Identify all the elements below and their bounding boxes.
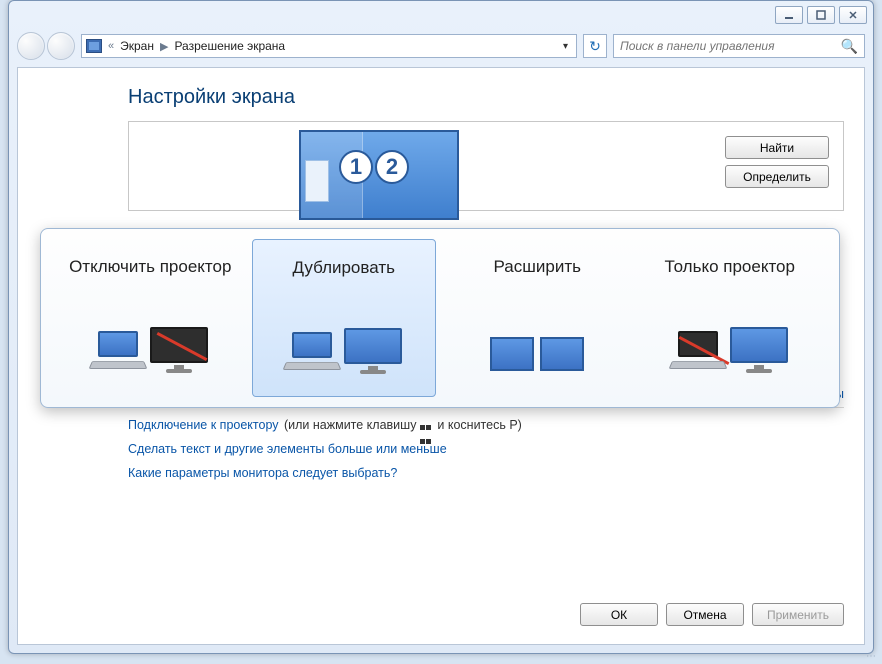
monitor-badge-1: 1 — [339, 150, 373, 184]
titlebar — [9, 1, 873, 29]
page-title: Настройки экрана — [128, 86, 844, 109]
projector-option-duplicate[interactable]: Дублировать — [252, 239, 437, 397]
help1-tail-b: и коснитесь P) — [434, 418, 522, 432]
projector-label: Дублировать — [293, 248, 395, 288]
connect-projector-link[interactable]: Подключение к проектору — [128, 418, 279, 432]
refresh-button[interactable]: ↻ — [583, 34, 607, 58]
projector-label: Только проектор — [665, 247, 795, 287]
search-icon[interactable]: 🔍 — [841, 38, 858, 55]
windows-key-icon — [420, 420, 434, 432]
maximize-button[interactable] — [807, 6, 835, 24]
dialog-buttons: ОК Отмена Применить — [580, 603, 844, 626]
address-bar[interactable]: « Экран ▶ Разрешение экрана ▾ — [81, 34, 577, 58]
projector-option-extend[interactable]: Расширить — [446, 239, 629, 397]
cancel-button[interactable]: Отмена — [666, 603, 744, 626]
projector-mode-overlay: Отключить проектор Дублировать Расширить… — [40, 228, 840, 408]
nav-row: « Экран ▶ Разрешение экрана ▾ ↻ 🔍 — [9, 29, 873, 63]
display-icon — [86, 39, 102, 53]
projector-label: Расширить — [494, 247, 581, 287]
monitors-preview[interactable]: 1 2 — [299, 130, 459, 220]
close-button[interactable] — [839, 6, 867, 24]
ok-button[interactable]: ОК — [580, 603, 658, 626]
help1-tail-a: (или нажмите клавишу — [281, 418, 420, 432]
nav-buttons — [17, 32, 75, 60]
find-button[interactable]: Найти — [725, 136, 829, 159]
detect-buttons: Найти Определить — [725, 136, 829, 188]
projector-icon-disconnect — [85, 301, 215, 371]
back-button[interactable] — [17, 32, 45, 60]
chevron-left-icon: « — [108, 40, 114, 52]
identify-button[interactable]: Определить — [725, 165, 829, 188]
projector-icon-only — [665, 301, 795, 371]
breadcrumb-level2[interactable]: Разрешение экрана — [174, 39, 285, 53]
projector-icon-extend — [472, 301, 602, 371]
monitor-detect-panel: 1 2 Найти Определить — [128, 121, 844, 211]
projector-option-disconnect[interactable]: Отключить проектор — [59, 239, 242, 397]
text-size-link[interactable]: Сделать текст и другие элементы больше и… — [128, 442, 447, 456]
which-monitor-link[interactable]: Какие параметры монитора следует выбрать… — [128, 466, 397, 480]
help-line-projector: Подключение к проектору (или нажмите кла… — [128, 418, 844, 432]
projector-option-only[interactable]: Только проектор — [639, 239, 822, 397]
minimize-button[interactable] — [775, 6, 803, 24]
address-dropdown-icon[interactable]: ▾ — [559, 41, 572, 52]
projector-label: Отключить проектор — [69, 247, 231, 287]
chevron-right-icon: ▶ — [160, 40, 168, 53]
resize-grip-icon: ⋯ — [866, 651, 878, 662]
breadcrumb-level1[interactable]: Экран — [120, 39, 154, 53]
monitor-badge-2: 2 — [375, 150, 409, 184]
projector-icon-duplicate — [279, 302, 409, 372]
search-input[interactable] — [620, 39, 841, 53]
help-links: Подключение к проектору (или нажмите кла… — [128, 418, 844, 480]
apply-button[interactable]: Применить — [752, 603, 844, 626]
forward-button[interactable] — [47, 32, 75, 60]
search-bar[interactable]: 🔍 — [613, 34, 865, 58]
